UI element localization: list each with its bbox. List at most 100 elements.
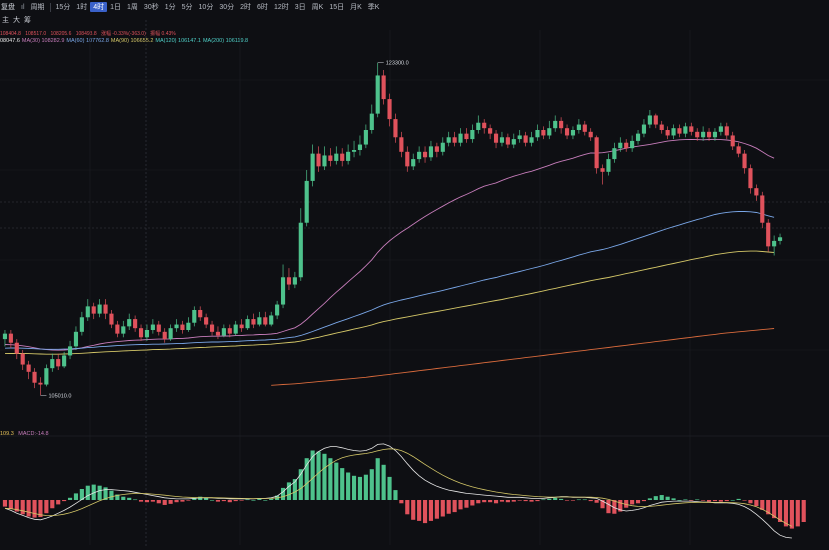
- candle-body: [275, 304, 280, 316]
- macd-bar: [263, 500, 268, 501]
- macd-bar: [434, 500, 439, 519]
- macd-bar: [322, 453, 327, 500]
- macd-bar: [718, 500, 723, 502]
- macd-bar: [464, 500, 469, 508]
- macd-bar: [162, 500, 167, 505]
- macd-dea-line: [4, 448, 793, 527]
- candle-body: [239, 324, 244, 329]
- candle-body: [772, 240, 777, 247]
- macd-bar: [659, 495, 664, 500]
- candle-body: [62, 355, 67, 367]
- macd-bar: [280, 487, 286, 500]
- candle-body: [251, 319, 256, 325]
- candle-body: [357, 144, 363, 150]
- candle-body: [511, 139, 516, 145]
- candle-body: [470, 130, 475, 140]
- candle-body: [777, 237, 783, 241]
- macd-bar: [150, 500, 155, 502]
- macd-bar: [712, 500, 718, 502]
- candle-body: [221, 328, 226, 336]
- candle-body: [381, 75, 386, 100]
- candle-body: [399, 137, 404, 152]
- candle-body: [133, 319, 138, 329]
- candle-body: [144, 330, 150, 338]
- candle-body: [570, 130, 576, 136]
- candle-body: [659, 124, 664, 130]
- candle-body: [730, 135, 735, 147]
- candle-body: [440, 142, 445, 152]
- macd-bar: [695, 499, 700, 501]
- candle-body: [351, 150, 357, 152]
- candle-body: [618, 142, 623, 149]
- candle-body: [458, 133, 463, 143]
- candle-body: [559, 120, 564, 129]
- macd-bar: [186, 500, 191, 501]
- candle-body: [263, 317, 268, 325]
- macd-bar: [754, 500, 759, 507]
- macd-bar: [346, 472, 351, 500]
- macd-bar: [381, 464, 386, 500]
- macd-bar: [742, 500, 747, 501]
- macd-bar: [701, 500, 706, 501]
- candle-body: [298, 222, 303, 278]
- candle-body: [85, 306, 90, 318]
- macd-bar: [452, 500, 457, 513]
- candle-body: [624, 142, 629, 149]
- candle-body: [67, 346, 73, 356]
- macd-bar: [399, 500, 404, 504]
- candle-body: [115, 324, 120, 334]
- macd-bar: [245, 499, 250, 501]
- macd-bar: [221, 500, 226, 502]
- candle-body: [174, 324, 179, 329]
- candle-body: [150, 324, 155, 330]
- macd-bar: [32, 500, 37, 518]
- candle-body: [653, 115, 658, 125]
- candle-body: [346, 151, 351, 161]
- candle-body: [748, 168, 753, 189]
- candle-body: [340, 153, 345, 161]
- candle-body: [215, 331, 221, 336]
- candle-body: [73, 331, 79, 347]
- candle-body: [422, 151, 428, 158]
- candle-body: [121, 326, 126, 334]
- candle-body: [476, 122, 481, 130]
- macd-bar: [499, 500, 505, 502]
- candle-body: [706, 131, 712, 138]
- macd-bar: [641, 500, 647, 502]
- candle-body: [482, 122, 487, 129]
- candle-body: [553, 120, 558, 129]
- macd-bar: [156, 500, 161, 504]
- candle-body: [32, 371, 37, 383]
- macd-bar: [144, 500, 150, 503]
- candle-body: [257, 317, 262, 325]
- macd-bar: [257, 498, 262, 500]
- candle-body: [523, 135, 528, 143]
- macd-bar: [801, 500, 806, 522]
- macd-bar: [446, 500, 451, 514]
- macd-bar: [677, 500, 682, 501]
- candle-body: [712, 131, 718, 138]
- candle-body: [488, 128, 493, 134]
- candle-body: [304, 180, 309, 223]
- macd-bar: [594, 500, 599, 503]
- candle-body: [718, 126, 723, 132]
- candle-body: [630, 140, 635, 149]
- macd-bar: [523, 500, 528, 502]
- candle-body: [233, 324, 238, 334]
- price-chart[interactable]: 123300.0 105010.0: [0, 0, 829, 550]
- macd-bar: [168, 500, 173, 504]
- candle-body: [8, 333, 13, 343]
- candle-body: [600, 168, 605, 172]
- macd-bar: [363, 474, 368, 500]
- candle-body: [417, 151, 422, 160]
- candle-body: [434, 146, 439, 152]
- candle-body: [499, 137, 505, 143]
- macd-bar: [517, 500, 522, 501]
- candle-body: [689, 126, 694, 132]
- candle-body: [334, 153, 339, 161]
- candle-body: [2, 333, 8, 340]
- macd-bar: [316, 451, 321, 500]
- macd-bar: [44, 500, 49, 514]
- candle-body: [695, 131, 700, 138]
- macd-bar: [570, 500, 576, 501]
